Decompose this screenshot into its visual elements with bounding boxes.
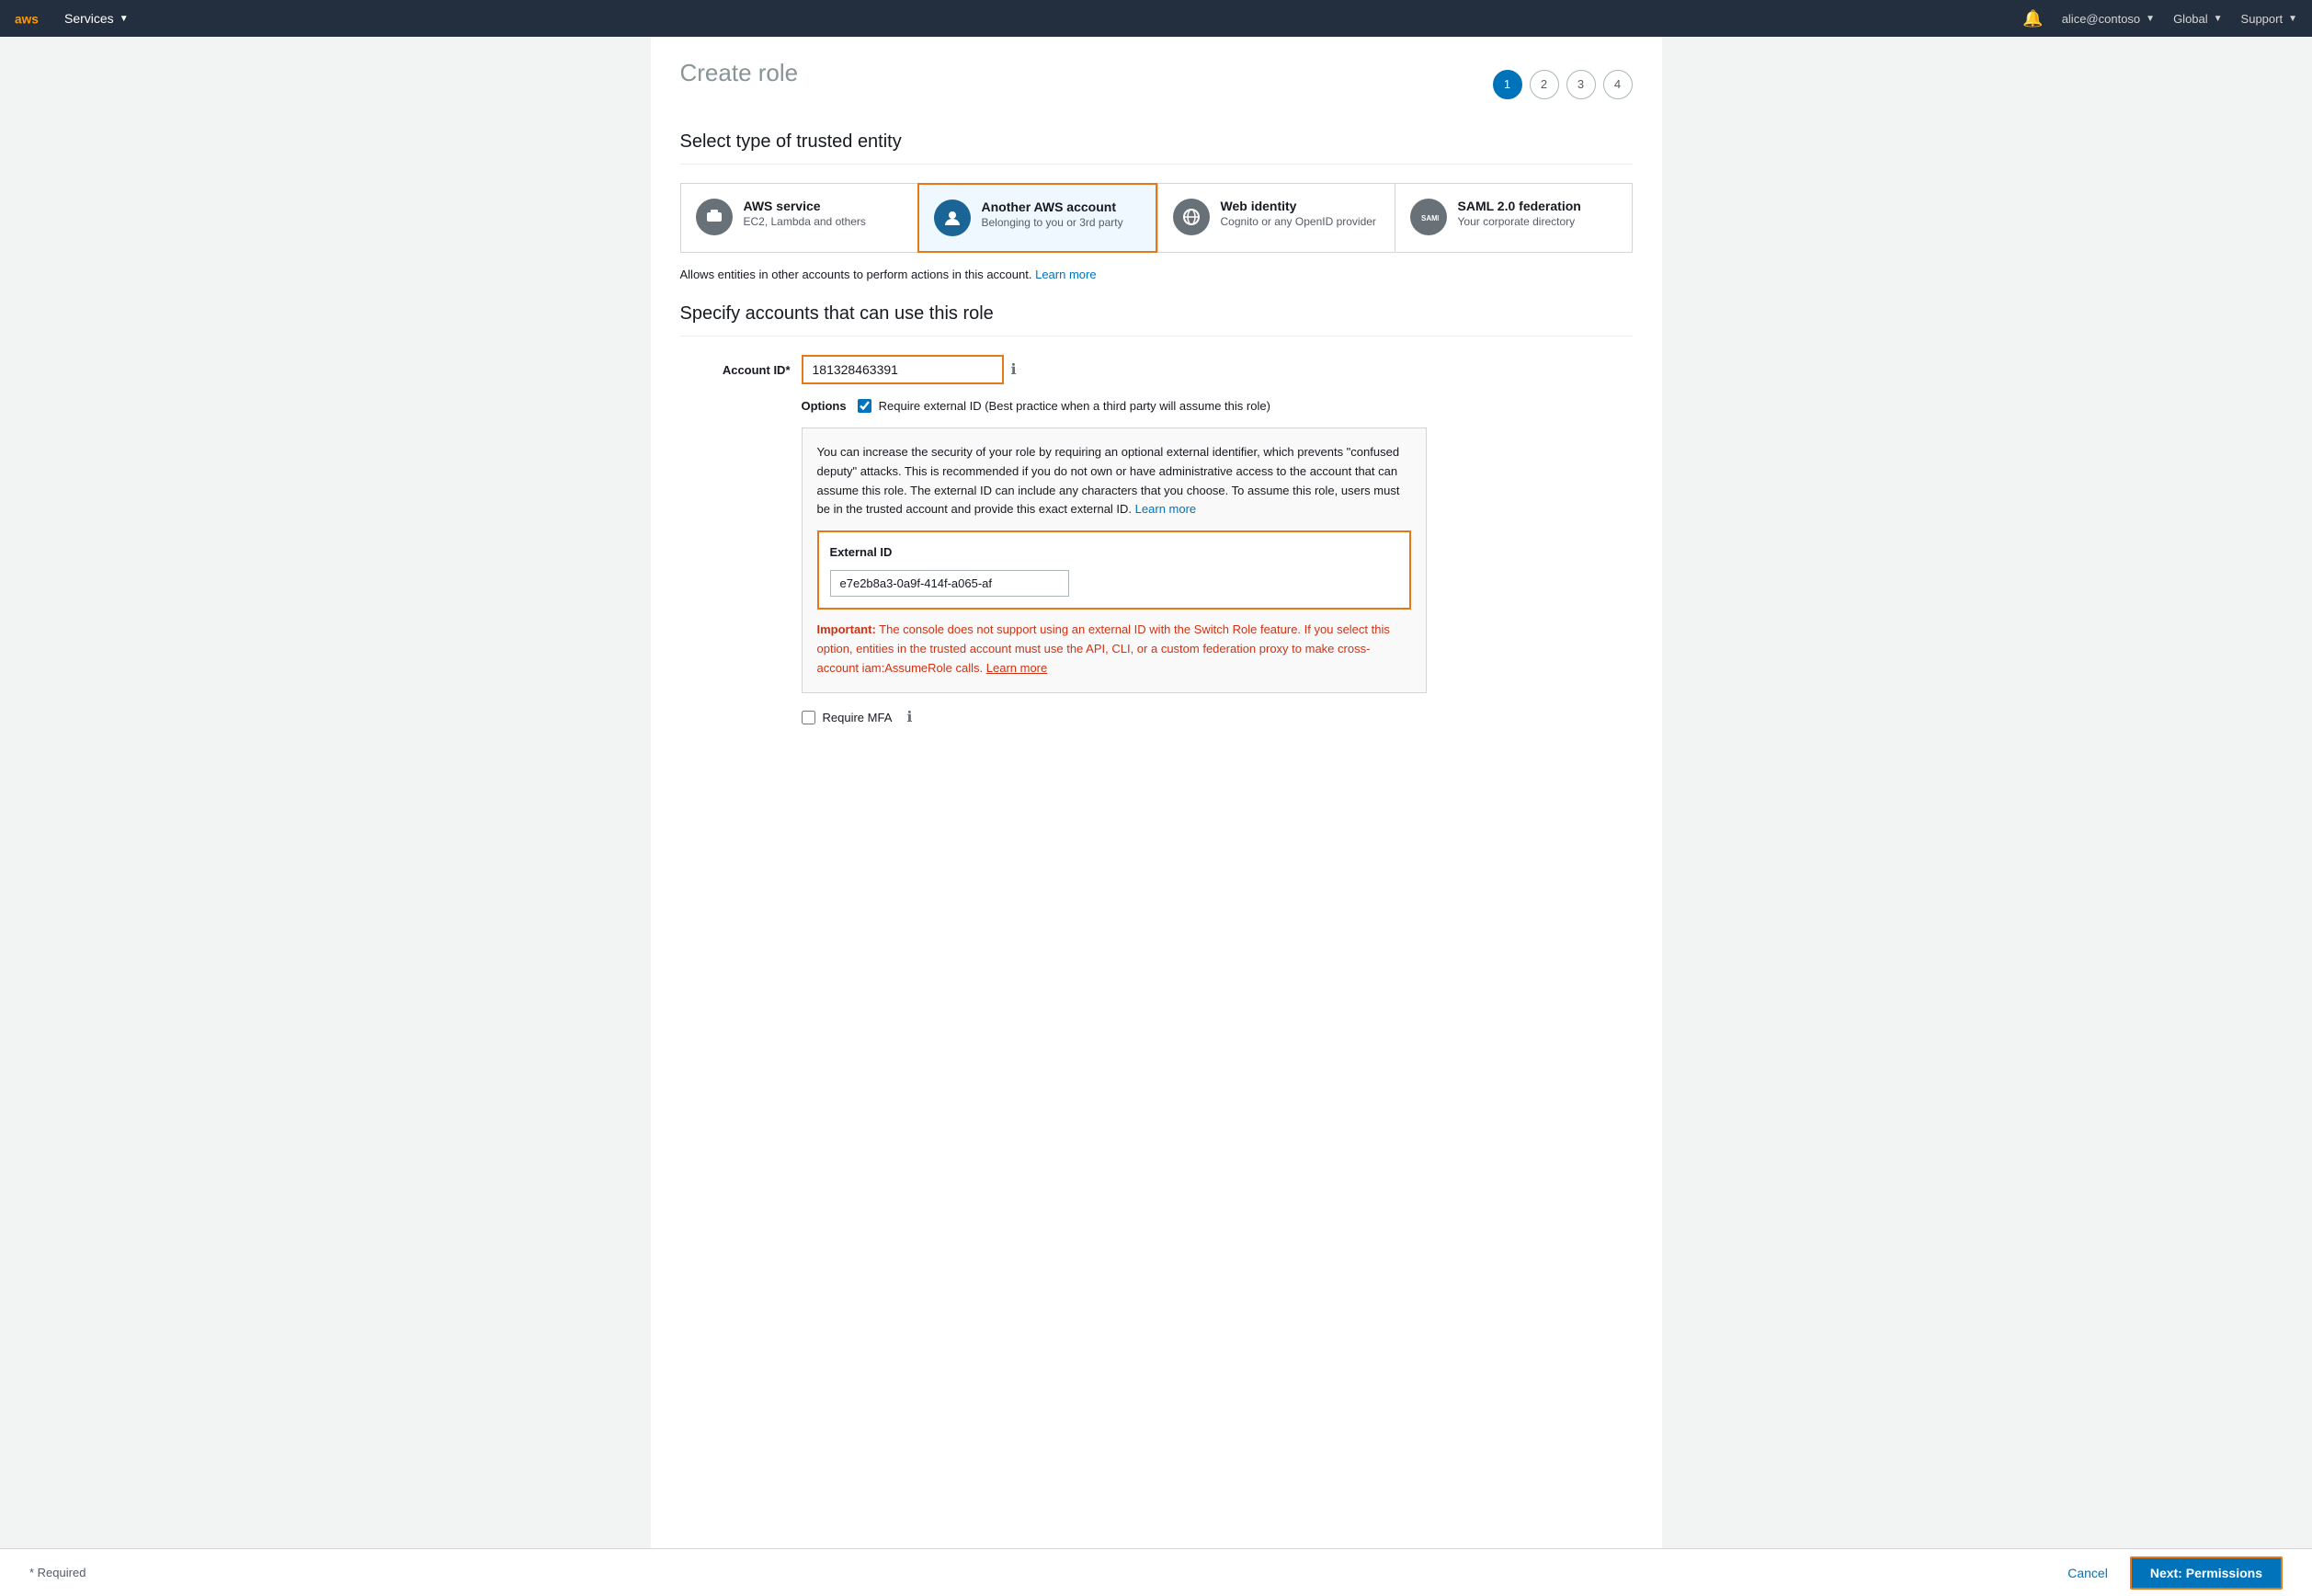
require-external-id-row: Require external ID (Best practice when …: [858, 399, 1270, 413]
entity-card-saml[interactable]: SAML SAML 2.0 federation Your corporate …: [1395, 183, 1633, 253]
next-permissions-button[interactable]: Next: Permissions: [2130, 1556, 2283, 1590]
region-caret-icon: ▼: [2214, 14, 2223, 24]
step-3[interactable]: 3: [1566, 70, 1596, 99]
services-label: Services: [64, 11, 114, 26]
options-row: Options Require external ID (Best practi…: [802, 399, 1633, 413]
saml-icon: SAML: [1410, 199, 1447, 235]
support-caret-icon: ▼: [2288, 14, 2297, 24]
footer-buttons: Cancel Next: Permissions: [2056, 1556, 2283, 1590]
aws-logo-container[interactable]: aws: [15, 7, 50, 29]
support-menu[interactable]: Support ▼: [2241, 12, 2297, 26]
saml-subtitle: Your corporate directory: [1458, 215, 1581, 228]
support-label: Support: [2241, 12, 2284, 26]
require-external-id-checkbox[interactable]: [858, 399, 871, 413]
web-identity-title: Web identity: [1221, 199, 1376, 213]
user-menu[interactable]: alice@contoso ▼: [2062, 12, 2155, 26]
aws-service-title: AWS service: [744, 199, 866, 213]
step-4-label: 4: [1614, 77, 1621, 91]
info-box-learn-more-link[interactable]: Learn more: [1135, 502, 1196, 516]
require-external-id-label[interactable]: Require external ID (Best practice when …: [879, 399, 1270, 413]
user-caret-icon: ▼: [2146, 14, 2155, 24]
section1-info-text: Allows entities in other accounts to per…: [680, 268, 1633, 281]
aws-service-svg-icon: [704, 207, 724, 227]
account-id-row: Account ID* ℹ: [680, 355, 1633, 384]
mfa-row: Require MFA ℹ: [802, 708, 1633, 726]
entity-card-web-identity[interactable]: Web identity Cognito or any OpenID provi…: [1157, 183, 1395, 253]
another-account-icon: [934, 200, 971, 236]
svg-text:aws: aws: [15, 12, 39, 26]
require-mfa-label[interactable]: Require MFA: [823, 711, 893, 724]
external-id-box: External ID: [817, 530, 1411, 610]
external-id-label: External ID: [830, 543, 1398, 563]
region-label: Global: [2173, 12, 2208, 26]
external-id-input[interactable]: [830, 570, 1069, 597]
options-label: Options: [802, 399, 847, 413]
aws-service-text: AWS service EC2, Lambda and others: [744, 199, 866, 228]
aws-service-subtitle: EC2, Lambda and others: [744, 215, 866, 228]
section1-learn-more-link[interactable]: Learn more: [1035, 268, 1096, 281]
another-account-text: Another AWS account Belonging to you or …: [982, 200, 1123, 229]
footer-required-label: * Required: [29, 1566, 85, 1579]
account-id-info-icon[interactable]: ℹ: [1011, 360, 1017, 379]
services-caret-icon: ▼: [120, 14, 129, 24]
step-indicators: 1 2 3 4: [1493, 70, 1633, 99]
entity-cards: AWS service EC2, Lambda and others Anoth…: [680, 183, 1633, 253]
saml-svg-icon: SAML: [1418, 207, 1439, 227]
cancel-button[interactable]: Cancel: [2056, 1560, 2119, 1586]
step-3-label: 3: [1577, 77, 1584, 91]
header-row: Create role 1 2 3 4: [680, 59, 1633, 109]
important-text: The console does not support using an ex…: [817, 622, 1390, 675]
important-learn-more-link[interactable]: Learn more: [986, 661, 1047, 675]
divider-1: [680, 164, 1633, 165]
services-menu[interactable]: Services ▼: [64, 11, 129, 26]
svg-text:SAML: SAML: [1421, 214, 1439, 222]
account-id-input[interactable]: [802, 355, 1004, 384]
step-2-label: 2: [1541, 77, 1547, 91]
another-account-title: Another AWS account: [982, 200, 1123, 214]
account-id-label: Account ID*: [680, 363, 791, 377]
region-menu[interactable]: Global ▼: [2173, 12, 2222, 26]
step-1[interactable]: 1: [1493, 70, 1522, 99]
entity-card-aws-service[interactable]: AWS service EC2, Lambda and others: [680, 183, 917, 253]
web-identity-text: Web identity Cognito or any OpenID provi…: [1221, 199, 1376, 228]
web-identity-svg-icon: [1181, 207, 1202, 227]
saml-text: SAML 2.0 federation Your corporate direc…: [1458, 199, 1581, 228]
another-account-subtitle: Belonging to you or 3rd party: [982, 216, 1123, 229]
navbar-right: 🔔 alice@contoso ▼ Global ▼ Support ▼: [2022, 9, 2297, 28]
main-content: Create role 1 2 3 4 Select type of trust…: [651, 37, 1662, 1548]
step-1-label: 1: [1504, 77, 1510, 91]
page-title: Create role: [680, 59, 799, 87]
important-label: Important:: [817, 622, 876, 636]
saml-title: SAML 2.0 federation: [1458, 199, 1581, 213]
another-account-svg-icon: [942, 208, 962, 228]
step-4[interactable]: 4: [1603, 70, 1633, 99]
user-label: alice@contoso: [2062, 12, 2140, 26]
entity-card-another-account[interactable]: Another AWS account Belonging to you or …: [917, 183, 1157, 253]
mfa-info-icon[interactable]: ℹ: [906, 708, 912, 726]
navbar: aws Services ▼ 🔔 alice@contoso ▼ Global …: [0, 0, 2312, 37]
footer: * Required Cancel Next: Permissions: [0, 1548, 2312, 1596]
web-identity-subtitle: Cognito or any OpenID provider: [1221, 215, 1376, 228]
info-box-text: You can increase the security of your ro…: [817, 445, 1400, 516]
external-id-info-box: You can increase the security of your ro…: [802, 428, 1427, 693]
section2-header: Specify accounts that can use this role: [680, 303, 1633, 325]
aws-logo-icon: aws: [15, 7, 50, 29]
important-warning: Important: The console does not support …: [817, 621, 1411, 678]
require-mfa-checkbox[interactable]: [802, 711, 815, 724]
web-identity-icon: [1173, 199, 1210, 235]
aws-service-icon: [696, 199, 733, 235]
section1-header: Select type of trusted entity: [680, 131, 1633, 153]
bell-icon[interactable]: 🔔: [2022, 9, 2043, 28]
step-2[interactable]: 2: [1530, 70, 1559, 99]
